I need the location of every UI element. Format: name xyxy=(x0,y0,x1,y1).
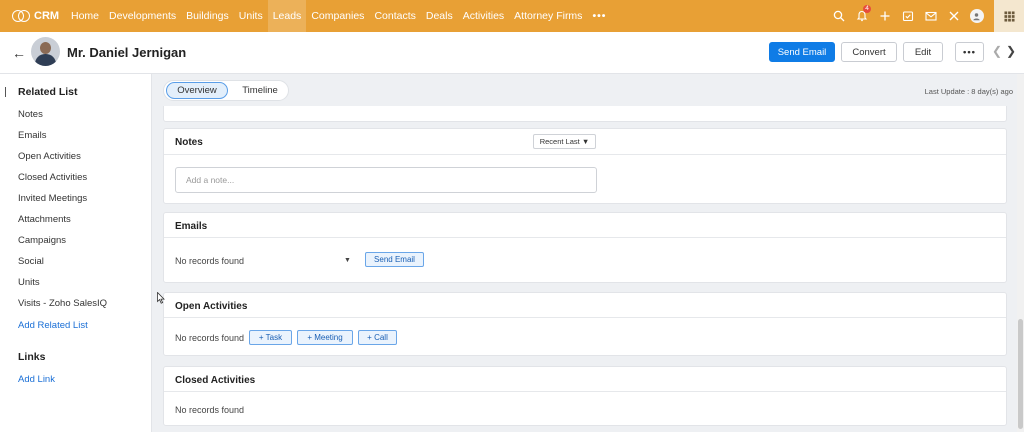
search-icon[interactable] xyxy=(827,0,850,32)
nav-tab-contacts[interactable]: Contacts xyxy=(369,0,420,32)
record-avatar xyxy=(31,37,60,66)
sidebar-item-campaigns[interactable]: Campaigns xyxy=(18,235,66,246)
nav-tab-buildings[interactable]: Buildings xyxy=(181,0,234,32)
notes-title: Notes xyxy=(175,137,203,148)
nav-more-tabs[interactable]: ••• xyxy=(587,0,611,32)
back-arrow-icon[interactable]: ← xyxy=(12,45,26,61)
nav-tab-home[interactable]: Home xyxy=(66,0,104,32)
open-activities-empty-text: No records found xyxy=(175,333,245,343)
add-related-list-link[interactable]: Add Related List xyxy=(18,320,88,331)
scroll-thumb[interactable] xyxy=(1018,319,1023,429)
tools-icon[interactable] xyxy=(942,0,965,32)
open-activities-title: Open Activities xyxy=(175,301,248,312)
sidebar-item-units[interactable]: Units xyxy=(18,277,40,288)
nav-tab-leads[interactable]: Leads xyxy=(267,0,307,32)
tab-overview[interactable]: Overview xyxy=(166,82,228,99)
add-meeting-button[interactable]: + Meeting xyxy=(297,330,353,345)
sidebar-item-attachments[interactable]: Attachments xyxy=(18,214,71,225)
calendar-icon[interactable] xyxy=(896,0,919,32)
emails-filter-caret-icon[interactable]: ▼ xyxy=(344,257,351,264)
edit-button[interactable]: Edit xyxy=(903,42,943,62)
add-call-label: Call xyxy=(374,333,388,342)
nav-tab-companies[interactable]: Companies xyxy=(306,0,369,32)
sidebar-item-notes[interactable]: Notes xyxy=(18,109,43,120)
crm-logo-icon xyxy=(12,10,30,22)
user-avatar xyxy=(969,9,984,23)
plus-icon[interactable] xyxy=(873,0,896,32)
nav-tab-deals[interactable]: Deals xyxy=(421,0,458,32)
sidebar-item-emails[interactable]: Emails xyxy=(18,130,47,141)
mail-icon[interactable] xyxy=(919,0,942,32)
closed-activities-card: Closed Activities No records found xyxy=(163,366,1007,426)
nav-icons: 4 xyxy=(827,0,1024,32)
brand-name: CRM xyxy=(34,10,60,22)
nav-tab-units[interactable]: Units xyxy=(234,0,268,32)
details-card-bottom xyxy=(163,106,1007,122)
notes-sort-dropdown[interactable]: Recent Last ▼ xyxy=(533,134,596,149)
emails-empty-text: No records found xyxy=(175,256,245,266)
bell-icon[interactable]: 4 xyxy=(850,0,873,32)
previous-record-icon[interactable]: ❮ xyxy=(992,44,1002,58)
emails-card: Emails No records found ▼ Send Email xyxy=(163,212,1007,283)
notification-badge: 4 xyxy=(863,5,871,13)
notes-card: Notes Recent Last ▼ xyxy=(163,128,1007,204)
sidebar-item-social[interactable]: Social xyxy=(18,256,44,267)
add-call-button[interactable]: + Call xyxy=(358,330,397,345)
page-scrollbar[interactable] xyxy=(1017,74,1024,432)
add-link[interactable]: Add Link xyxy=(18,374,55,385)
emails-title: Emails xyxy=(175,221,208,232)
next-record-icon[interactable]: ❯ xyxy=(1006,44,1016,58)
add-note-input[interactable] xyxy=(175,167,597,193)
user-icon[interactable] xyxy=(965,0,988,32)
related-list-title: Related List xyxy=(18,86,78,98)
last-update: Last Update : 8 day(s) ago xyxy=(924,87,1013,96)
open-activities-card: Open Activities No records found + Task … xyxy=(163,292,1007,356)
top-nav: CRM Home Developments Buildings Units Leads C… xyxy=(0,0,1024,32)
caret-down-icon: ▼ xyxy=(581,137,590,146)
record-tabs: Overview Timeline xyxy=(163,80,289,101)
nav-tab-attorney-firms[interactable]: Attorney Firms xyxy=(509,0,587,32)
add-task-label: Task xyxy=(265,333,283,342)
sidebar-item-closed-activities[interactable]: Closed Activities xyxy=(18,172,87,183)
send-email-button[interactable]: Send Email xyxy=(769,42,835,62)
more-actions-button[interactable]: ••• xyxy=(955,42,984,62)
sidebar-item-visits-zoho-salesiq[interactable]: Visits - Zoho SalesIQ xyxy=(18,298,107,309)
notes-sort-label: Recent Last xyxy=(539,137,580,146)
emails-send-email-button[interactable]: Send Email xyxy=(365,252,424,267)
add-task-button[interactable]: + Task xyxy=(249,330,292,345)
links-title: Links xyxy=(18,351,46,363)
brand[interactable]: CRM xyxy=(0,10,66,22)
collapse-sidebar-icon[interactable] xyxy=(5,87,8,97)
related-list-sidebar: Related List Notes Emails Open Activities C… xyxy=(0,74,152,432)
apps-grid-icon[interactable] xyxy=(994,0,1024,32)
mouse-cursor-icon xyxy=(157,292,165,304)
closed-activities-empty-text: No records found xyxy=(175,405,245,415)
tab-timeline[interactable]: Timeline xyxy=(234,82,286,99)
nav-tab-developments[interactable]: Developments xyxy=(104,0,181,32)
sidebar-item-open-activities[interactable]: Open Activities xyxy=(18,151,81,162)
add-meeting-label: Meeting xyxy=(314,333,343,342)
record-name: Mr. Daniel Jernigan xyxy=(67,45,187,60)
nav-tab-activities[interactable]: Activities xyxy=(458,0,509,32)
convert-button[interactable]: Convert xyxy=(841,42,897,62)
closed-activities-title: Closed Activities xyxy=(175,375,256,386)
sidebar-item-invited-meetings[interactable]: Invited Meetings xyxy=(18,193,87,204)
nav-tabs: Home Developments Buildings Units Leads Compa… xyxy=(66,0,611,32)
record-header: ← Mr. Daniel Jernigan Send Email Convert… xyxy=(0,32,1024,74)
